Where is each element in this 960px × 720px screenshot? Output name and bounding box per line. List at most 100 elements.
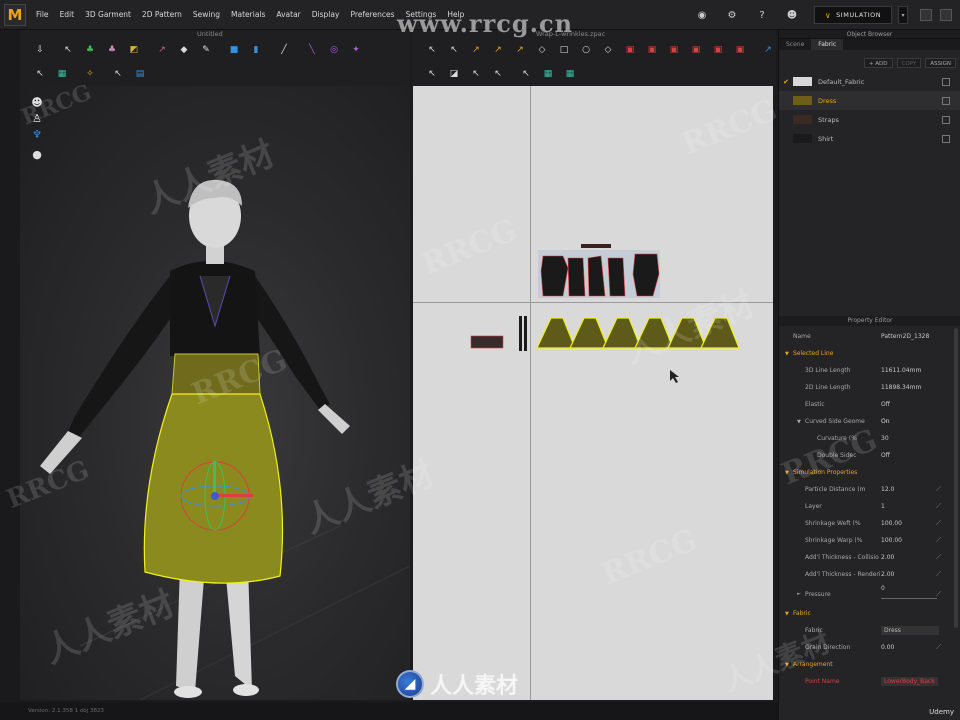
simulation-dropdown-button[interactable]: ▾: [898, 6, 908, 24]
fabric-dropdown[interactable]: Dress: [881, 626, 939, 635]
prop-name-value[interactable]: Pattern2D_1328: [881, 333, 929, 340]
graphic-icon[interactable]: ▤: [130, 66, 150, 81]
head-display-icon[interactable]: ●: [30, 148, 44, 162]
menu-materials[interactable]: Materials: [231, 10, 265, 19]
edit-icon[interactable]: ⟋: [936, 590, 941, 599]
edit-icon[interactable]: ⟋: [936, 643, 941, 652]
menu-sewing[interactable]: Sewing: [193, 10, 220, 19]
pattern-waistband[interactable]: [470, 335, 504, 349]
internal-polygon-icon[interactable]: ◇: [598, 42, 618, 57]
prop-value[interactable]: 2.00: [881, 571, 894, 578]
prop-value[interactable]: 2.00: [881, 554, 894, 561]
fabric-item-straps[interactable]: Straps: [779, 110, 960, 129]
section-simulation-properties[interactable]: ▼ Simulation Properties: [779, 464, 960, 481]
free-sewing-icon[interactable]: ▣: [642, 42, 662, 57]
section-arrangement[interactable]: ▼ Arrangement: [779, 656, 960, 673]
menu-3d-garment[interactable]: 3D Garment: [85, 10, 131, 19]
gizmo-axis-x[interactable]: [215, 494, 253, 497]
record-icon[interactable]: ◉: [694, 7, 710, 23]
save-icon[interactable]: [942, 77, 950, 86]
tack-icon[interactable]: ↗: [152, 42, 172, 57]
prop-value[interactable]: 1: [881, 503, 885, 510]
curvature-value[interactable]: 30: [881, 435, 889, 442]
select-icon[interactable]: ↖: [58, 42, 78, 57]
fabric-item-dress[interactable]: Dress: [779, 91, 960, 110]
menu-avatar[interactable]: Avatar: [276, 10, 300, 19]
edit-icon[interactable]: ⟋: [936, 519, 941, 528]
save-icon[interactable]: [942, 115, 950, 124]
prop-value[interactable]: 11611.04mm: [881, 367, 921, 374]
tab-scene[interactable]: Scene: [779, 39, 811, 50]
edit-point-icon[interactable]: ↖: [30, 66, 50, 81]
edit-icon[interactable]: ⟋: [936, 502, 941, 511]
edit-pattern-icon[interactable]: ↖: [444, 42, 464, 57]
pants-blue-icon[interactable]: ▮: [246, 42, 266, 57]
avatar-display-icon[interactable]: ☻: [30, 96, 44, 110]
elastic-toggle[interactable]: Off: [881, 401, 890, 408]
maximize-button[interactable]: [940, 9, 952, 21]
sewing-display-icon[interactable]: ♆: [30, 128, 44, 142]
gizmo-axis-y[interactable]: [213, 461, 216, 496]
pin-icon[interactable]: ◆: [174, 42, 194, 57]
edit-icon[interactable]: ⟋: [936, 553, 941, 562]
prop-value[interactable]: 11898.34mm: [881, 384, 921, 391]
texture-grid-icon[interactable]: ▦: [538, 66, 558, 81]
texture-2d-icon[interactable]: ↖: [516, 66, 536, 81]
pattern-skirt-gore-2[interactable]: [569, 317, 609, 349]
save-icon[interactable]: [942, 134, 950, 143]
menu-preferences[interactable]: Preferences: [350, 10, 394, 19]
fabric-item-default[interactable]: ✔ Default_Fabric: [779, 72, 960, 91]
menu-2d-pattern[interactable]: 2D Pattern: [142, 10, 182, 19]
point-name-dropdown[interactable]: LowerBody_Back: [881, 677, 938, 686]
shirt-pink-icon[interactable]: ♣: [102, 42, 122, 57]
edit-2d-icon[interactable]: ↖: [422, 66, 442, 81]
fold-arrange-icon[interactable]: ✧: [80, 66, 100, 81]
prop-value[interactable]: 12.0: [881, 486, 894, 493]
gizmo-center[interactable]: [211, 492, 219, 500]
tshirt-blue-icon[interactable]: ■: [224, 42, 244, 57]
texture-icon[interactable]: ▦: [52, 66, 72, 81]
double-sided-toggle[interactable]: Off: [881, 452, 890, 459]
user-icon[interactable]: ☻: [784, 7, 800, 23]
edit-icon[interactable]: ⟋: [936, 570, 941, 579]
prop-value[interactable]: 100.00: [881, 520, 902, 527]
pattern-shirt-back[interactable]: [540, 255, 569, 297]
help-icon[interactable]: ?: [754, 7, 770, 23]
move-down-icon[interactable]: ⇩: [30, 42, 50, 57]
curve-point-icon[interactable]: ↗: [488, 42, 508, 57]
notch-icon[interactable]: ◪: [444, 66, 464, 81]
copy-button[interactable]: COPY: [896, 58, 922, 68]
fabric-item-shirt[interactable]: Shirt: [779, 129, 960, 148]
check-sewing-icon[interactable]: ▣: [686, 42, 706, 57]
pattern-collar-strip[interactable]: [581, 244, 611, 248]
pattern-strap-2[interactable]: [524, 316, 527, 351]
tuck-icon[interactable]: ▣: [708, 42, 728, 57]
pattern-skirt-gore-4[interactable]: [634, 317, 674, 349]
edit-icon[interactable]: ⟋: [936, 536, 941, 545]
assign-button[interactable]: ASSIGN: [925, 58, 956, 68]
menu-edit[interactable]: Edit: [60, 10, 75, 19]
2d-pattern-window[interactable]: [413, 86, 773, 700]
gizmo-icon[interactable]: ✦: [346, 42, 366, 57]
edit-curve-icon[interactable]: ↗: [466, 42, 486, 57]
edit-texture-icon[interactable]: ↖: [108, 66, 128, 81]
transform-icon[interactable]: ↖: [422, 42, 442, 57]
circle-tool-icon[interactable]: ◎: [324, 42, 344, 57]
minimize-button[interactable]: [920, 9, 932, 21]
pattern-skirt-gore-5[interactable]: [667, 317, 707, 349]
dart-icon[interactable]: ↖: [466, 66, 486, 81]
graphic-2d-icon[interactable]: ▦: [560, 66, 580, 81]
prop-value[interactable]: 0.00: [881, 644, 894, 651]
tab-fabric[interactable]: Fabric: [811, 39, 844, 50]
save-icon[interactable]: [942, 96, 950, 105]
trace-icon[interactable]: ↖: [488, 66, 508, 81]
pressure-value[interactable]: 0: [881, 585, 885, 592]
rectangle-icon[interactable]: □: [554, 42, 574, 57]
3d-viewport[interactable]: [20, 86, 410, 700]
segment-sewing-icon[interactable]: ▣: [620, 42, 640, 57]
simulation-button[interactable]: ∨ SIMULATION: [814, 6, 892, 24]
fold-icon[interactable]: ◩: [124, 42, 144, 57]
polygon-icon[interactable]: ◇: [532, 42, 552, 57]
ellipse-icon[interactable]: ○: [576, 42, 596, 57]
pattern-skirt-gore-1[interactable]: [536, 317, 576, 349]
